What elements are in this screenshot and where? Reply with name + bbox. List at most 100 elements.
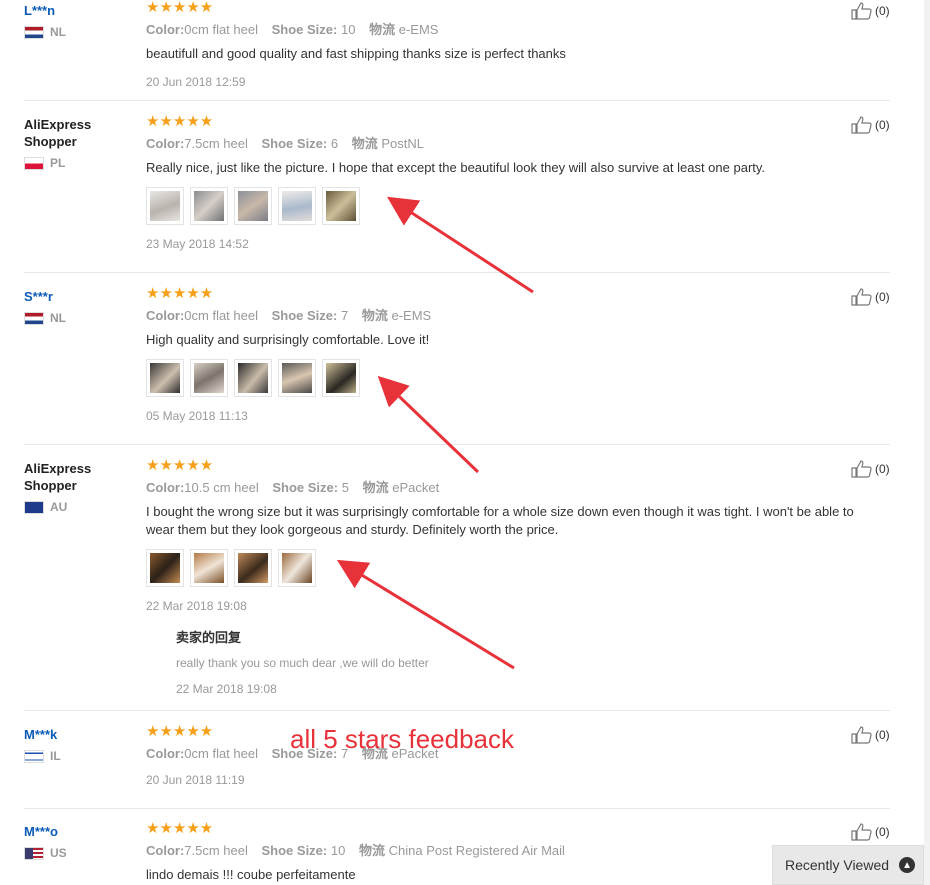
review-text: I bought the wrong size but it was surpr… [146,504,854,537]
review-photo[interactable] [190,549,228,587]
review-photo[interactable] [190,187,228,225]
thumbs-up-icon [851,116,872,134]
scrollbar[interactable] [924,0,930,885]
review-photos [146,549,866,587]
review-body: ★★★★★ Color:0cm flat heel Shoe Size: 7 物… [146,286,866,423]
star-rating: ★★★★★ [146,113,214,130]
star-rating: ★★★★★ [146,0,214,16]
helpful-count: (0) [875,728,890,742]
chevron-up-icon: ▲ [899,857,916,873]
reviewer-name[interactable]: M***k [24,726,134,743]
review-photo[interactable] [234,549,272,587]
thumbs-up-icon [851,460,872,478]
reviewer-info: AliExpress Shopper PL [24,116,134,170]
helpful-count: (0) [875,118,890,132]
color-label: Color: [146,480,185,495]
helpful-button[interactable]: (0) [851,2,890,20]
review-photo[interactable] [234,187,272,225]
review-photo[interactable] [278,187,316,225]
flag-us-icon [24,846,44,860]
helpful-count: (0) [875,4,890,18]
recently-viewed-label: Recently Viewed [785,857,890,873]
color-value: 7.5cm heel [184,136,248,151]
order-attributes: Color:0cm flat heel Shoe Size: 10 物流 e-E… [146,21,866,39]
review-photo[interactable] [278,359,316,397]
color-value: 0cm flat heel [184,308,258,323]
helpful-button[interactable]: (0) [851,288,890,306]
reviewer-info: M***k IL [24,726,134,763]
size-value: 5 [341,480,349,495]
divider [24,710,890,711]
size-value: 10 [330,843,346,858]
divider [24,444,890,445]
helpful-button[interactable]: (0) [851,116,890,134]
review-date: 05 May 2018 11:13 [146,409,248,423]
shipping-value: China Post Registered Air Mail [388,843,565,858]
annotation-note: all 5 stars feedback [290,724,515,754]
star-rating: ★★★★★ [146,285,214,302]
review-body: ★★★★★ Color:7.5cm heel Shoe Size: 6 物流 P… [146,114,866,251]
reviewer-info: L***n NL [24,2,134,39]
shipping-label: 物流 [361,308,388,323]
size-label: Shoe Size: [271,22,338,37]
color-value: 10.5 cm heel [184,480,259,495]
review-photo[interactable] [146,549,184,587]
shipping-label: 物流 [369,22,396,37]
size-label: Shoe Size: [272,480,339,495]
reviewer-name: AliExpress Shopper [24,117,92,149]
review-photo[interactable] [322,359,360,397]
color-value: 0cm flat heel [184,22,258,37]
shipping-value: e-EMS [391,308,432,323]
flag-pl-icon [24,156,44,170]
country-code: AU [50,500,68,514]
shipping-label: 物流 [351,136,378,151]
review-photo[interactable] [234,359,272,397]
reviewer-name[interactable]: M***o [24,823,134,840]
review-photo[interactable] [146,359,184,397]
reviewer-name: AliExpress Shopper [24,461,92,493]
color-value: 0cm flat heel [184,746,258,761]
review-date: 20 Jun 2018 12:59 [146,75,246,89]
color-label: Color: [146,22,185,37]
color-label: Color: [146,843,185,858]
country-code: US [50,846,67,860]
reviewer-info: S***r NL [24,288,134,325]
star-rating: ★★★★★ [146,820,214,837]
flag-il-icon [24,749,44,763]
helpful-button[interactable]: (0) [851,823,890,841]
reviewer-name[interactable]: L***n [24,2,134,19]
country-code: PL [50,156,66,170]
review-text: High quality and surprisingly comfortabl… [146,332,430,347]
recently-viewed-button[interactable]: Recently Viewed ▲ [772,845,924,885]
color-label: Color: [146,308,185,323]
helpful-button[interactable]: (0) [851,460,890,478]
size-label: Shoe Size: [261,843,328,858]
size-label: Shoe Size: [261,136,328,151]
review-photo[interactable] [146,187,184,225]
size-value: 6 [330,136,339,151]
review-body: ★★★★★ Color:7.5cm heel Shoe Size: 10 物流 … [146,821,866,884]
reviewer-country: IL [24,749,134,763]
flag-nl-icon [24,25,44,39]
review-photo[interactable] [322,187,360,225]
reviewer-name[interactable]: S***r [24,288,134,305]
shipping-label: 物流 [362,480,389,495]
country-code: IL [50,749,61,763]
helpful-count: (0) [875,462,890,476]
color-value: 7.5cm heel [184,843,248,858]
shipping-value: e-EMS [398,22,439,37]
seller-reply-text: really thank you so much dear ,we will d… [176,656,429,670]
review-photo[interactable] [190,359,228,397]
size-label: Shoe Size: [271,308,338,323]
flag-nl-icon [24,311,44,325]
reviewer-country: NL [24,311,134,325]
order-attributes: Color:0cm flat heel Shoe Size: 7 物流 e-EM… [146,307,866,325]
divider [24,100,890,101]
helpful-button[interactable]: (0) [851,726,890,744]
divider [24,808,890,809]
order-attributes: Color:7.5cm heel Shoe Size: 6 物流 PostNL [146,135,866,153]
color-label: Color: [146,136,185,151]
star-rating: ★★★★★ [146,457,214,474]
review-photo[interactable] [278,549,316,587]
shipping-label: 物流 [358,843,385,858]
